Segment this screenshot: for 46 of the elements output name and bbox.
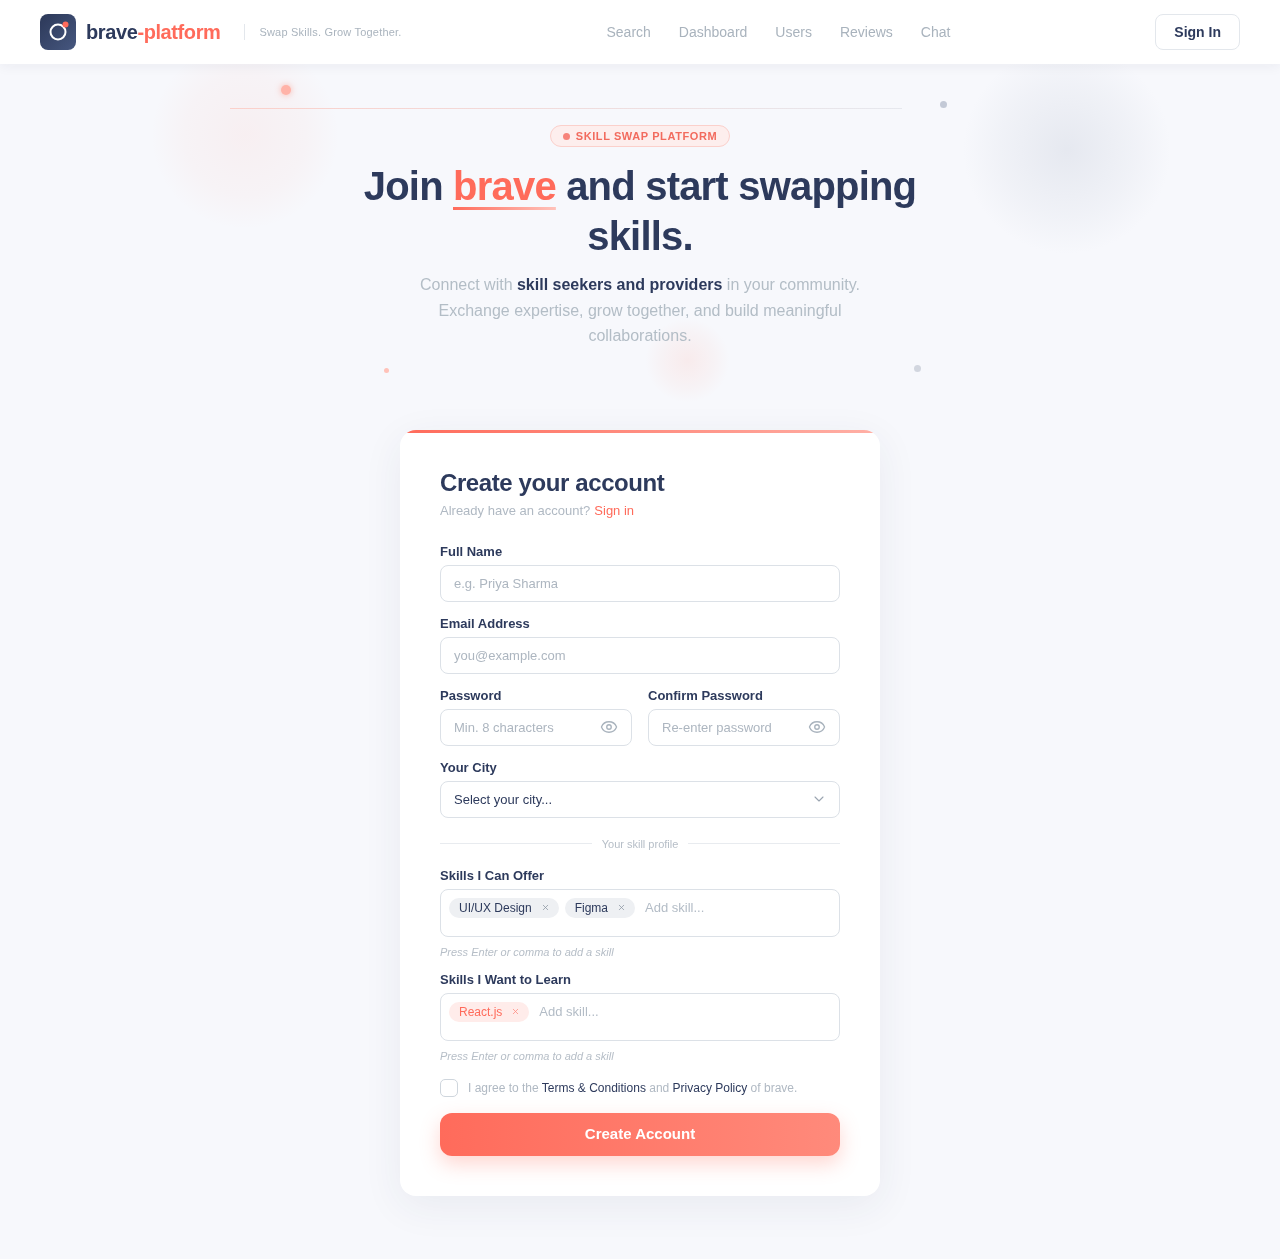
dot-icon <box>562 132 570 140</box>
field-label: Confirm Password <box>648 686 764 705</box>
text-field[interactable]: e.g. Priya Sharma <box>440 564 840 602</box>
close-icon[interactable] <box>511 1007 521 1017</box>
nav-link[interactable]: Users <box>775 21 812 43</box>
skill-tag-label: UI/UX Design <box>459 900 532 915</box>
field-label: Email Address <box>440 614 531 633</box>
field-hint: Press Enter or comma to add a skill <box>440 1048 615 1063</box>
checkbox[interactable] <box>440 1078 458 1097</box>
field-hint: Press Enter or comma to add a skill <box>440 944 615 959</box>
skill-tag-label: React.js <box>459 1004 503 1019</box>
card-title: Create your account <box>440 467 666 498</box>
policy-link[interactable]: Terms & Conditions <box>541 1080 646 1095</box>
password-field[interactable]: Min. 8 characters <box>440 708 632 746</box>
nav-link[interactable]: Reviews <box>839 21 893 43</box>
hero-heading: Join brave and start swapping skills. <box>362 163 918 260</box>
hero-subtitle: Connect with skill seekers and providers in your community. Exchange expertise, grow together, and build meaningful collaborations. <box>419 275 861 347</box>
field-label: Skills I Want to Learn <box>440 970 572 989</box>
field-label: Skills I Can Offer <box>440 866 546 885</box>
text-field[interactable]: you@example.com <box>440 636 840 674</box>
field-label: Your City <box>440 758 498 777</box>
nav-link[interactable]: Chat <box>920 21 951 43</box>
close-icon[interactable] <box>617 903 627 913</box>
field-label: Password <box>440 686 503 705</box>
skill-tag-label: Figma <box>574 900 609 915</box>
sign-in-button[interactable]: Sign In <box>1155 14 1240 50</box>
logo-icon[interactable] <box>40 14 76 50</box>
brand-name[interactable]: brave-platform <box>86 17 221 47</box>
skill-tag-field[interactable]: React.js Add skill... <box>440 992 840 1041</box>
section-divider-label: Your skill profile <box>601 836 679 851</box>
nav-link[interactable]: Search <box>606 21 651 43</box>
tagline: Swap Skills. Grow Together. <box>259 24 402 40</box>
terms-text: I agree to the Terms & Conditions and Privacy Policy of brave. <box>468 1079 798 1096</box>
policy-link[interactable]: Privacy Policy <box>672 1080 748 1095</box>
sign-in-link[interactable]: Sign in <box>594 501 635 520</box>
select-field[interactable]: Select your city... <box>440 780 840 818</box>
add-skill-input[interactable]: Add skill... <box>539 1001 831 1022</box>
sign-in-prompt: Already have an account? <box>440 501 591 520</box>
create-account-button[interactable]: Create Account <box>440 1112 840 1156</box>
nav-link[interactable]: Dashboard <box>678 21 748 43</box>
skill-tag-field[interactable]: UI/UX Design Figma Add skill... <box>440 888 840 937</box>
hero-pill-label: SKILL SWAP PLATFORM <box>575 128 718 144</box>
close-icon[interactable] <box>540 903 550 913</box>
add-skill-input[interactable]: Add skill... <box>645 897 831 918</box>
field-label: Full Name <box>440 542 504 561</box>
password-field[interactable]: Re-enter password <box>648 708 840 746</box>
